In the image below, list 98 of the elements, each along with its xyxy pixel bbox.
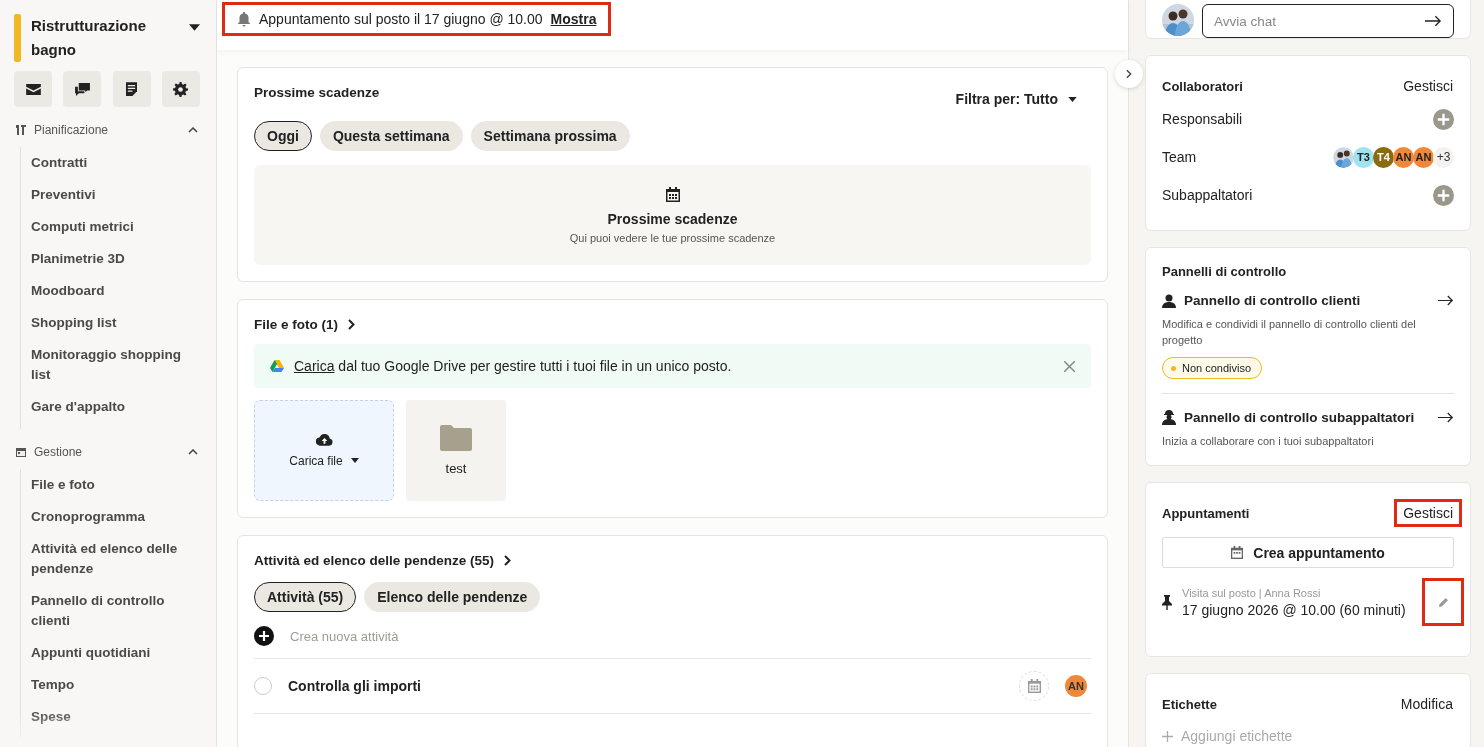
notes-button[interactable] <box>112 71 151 107</box>
folder-icon <box>440 425 472 451</box>
nav-item[interactable]: Attività ed elenco delle pendenze <box>31 533 200 585</box>
chevron-right-icon[interactable] <box>504 555 512 566</box>
assignee-avatar: AN <box>1065 675 1087 697</box>
empty-state-title: Prossime scadenze <box>607 210 738 227</box>
nav-item[interactable]: Pannello di controllo clienti <box>31 585 200 637</box>
chat-icon <box>74 82 90 96</box>
tools-icon <box>16 125 26 135</box>
calendar-icon <box>16 447 26 457</box>
arrow-right-icon[interactable] <box>1438 295 1454 306</box>
tab-chip[interactable]: Elenco delle pendenze <box>364 582 541 612</box>
drive-icon <box>270 360 284 372</box>
member-avatar: T3 <box>1353 146 1374 168</box>
upload-link[interactable]: Carica <box>294 358 335 374</box>
chat-button[interactable] <box>63 71 102 107</box>
appointment-meta: Visita sul posto | Anna Rossi <box>1182 586 1322 599</box>
filter-chip[interactable]: Questa settimana <box>319 121 463 151</box>
appointment-time: 17 giugno 2026 @ 10.00 (60 minuti) <box>1182 601 1407 618</box>
edit-link[interactable]: Modifica <box>1391 690 1462 718</box>
chevron-up-icon[interactable] <box>188 127 198 133</box>
nav-item[interactable]: Moodboard <box>31 275 200 307</box>
chevron-right-icon[interactable] <box>348 319 355 330</box>
upload-tile[interactable]: Carica file <box>254 400 394 501</box>
nav-item[interactable]: Appunti quotidiani <box>31 637 200 669</box>
member-avatar: AN <box>1413 146 1434 168</box>
settings-icon <box>173 81 189 97</box>
caret-icon[interactable] <box>189 24 200 31</box>
section-title: Pianificazione <box>34 123 110 137</box>
empty-state-subtitle: Qui puoi vedere le tue prossime scadenze <box>569 231 776 244</box>
banner-text: Carica dal tuo Google Drive per gestire tutti i tuoi file in un unico posto. <box>294 358 733 374</box>
calendar-icon <box>665 186 680 202</box>
nav-item[interactable]: Computi metrici <box>31 211 200 243</box>
manage-link[interactable]: Gestisci <box>1394 499 1462 527</box>
mail-button[interactable] <box>14 71 52 107</box>
card-title: Collaboratori <box>1162 78 1243 94</box>
project-title[interactable]: Ristrutturazione bagno <box>31 14 179 62</box>
chevron-up-icon[interactable] <box>188 449 198 455</box>
section-title: Gestione <box>34 445 84 459</box>
dashboard-link[interactable]: Pannello di controllo subappaltatori <box>1184 410 1430 425</box>
dashboard-link[interactable]: Pannello di controllo clienti <box>1184 293 1430 308</box>
create-appointment-button[interactable]: Crea appuntamento <box>1162 537 1454 568</box>
chat-field[interactable]: Avvia chat <box>1202 4 1454 38</box>
filter-chip[interactable]: Oggi <box>254 121 312 151</box>
add-icon[interactable] <box>254 626 274 646</box>
plus-icon <box>1162 730 1173 742</box>
manage-link[interactable]: Gestisci <box>1394 72 1462 100</box>
caret-icon <box>1068 96 1077 102</box>
nav-item[interactable]: Planimetrie 3D <box>31 243 200 275</box>
edit-button[interactable] <box>1422 578 1464 626</box>
show-link[interactable]: Mostra <box>550 11 597 27</box>
nav-item[interactable]: Spese <box>31 701 200 733</box>
calendar-icon <box>1027 679 1041 693</box>
calendar-icon <box>1231 546 1244 559</box>
pencil-icon <box>1438 597 1448 607</box>
chevron-right-icon <box>1126 69 1132 79</box>
nav-item[interactable]: Cronoprogramma <box>31 501 200 533</box>
notification-text: Appuntamento sul posto il 17 giugno @ 10.00 <box>259 11 543 27</box>
more-count[interactable]: +3 <box>1433 146 1454 168</box>
worker-icon <box>1162 410 1176 425</box>
folder-tile[interactable]: test <box>406 400 506 501</box>
pin-icon <box>1162 594 1172 610</box>
person-icon <box>1162 293 1176 308</box>
tab-chip[interactable]: Attività (55) <box>254 582 357 612</box>
nav-item[interactable]: Monitoraggio shopping list <box>31 339 200 391</box>
card-title: File e foto (1) <box>254 317 338 332</box>
nav-item[interactable]: Preventivi <box>31 179 200 211</box>
arrow-right-icon <box>1425 15 1442 27</box>
nav-item[interactable]: Shopping list <box>31 307 200 339</box>
task-title[interactable]: Controlla gli importi <box>288 678 1003 694</box>
member-avatar: T4 <box>1373 146 1394 168</box>
bell-icon <box>237 11 251 27</box>
card-title: Attività ed elenco delle pendenze (55) <box>254 553 495 568</box>
envelope-icon <box>25 83 41 95</box>
document-icon <box>126 82 138 96</box>
card-title: Appuntamenti <box>1162 505 1250 521</box>
card-title: Prossime scadenze <box>254 85 380 100</box>
filter-dropdown[interactable]: Filtra per: Tutto <box>955 91 1077 107</box>
dashboard-description: Inizia a collaborare con i tuoi subappaltatori <box>1162 434 1374 449</box>
role-label: Responsabili <box>1162 111 1243 127</box>
nav-item[interactable]: Gare d'appalto <box>31 391 200 423</box>
role-label: Subappaltatori <box>1162 187 1253 203</box>
role-label: Team <box>1162 149 1197 165</box>
card-title: Pannelli di controllo <box>1162 264 1288 279</box>
settings-button[interactable] <box>162 71 200 107</box>
filter-chip[interactable]: Settimana prossima <box>470 121 630 151</box>
card-title: Etichette <box>1162 696 1217 712</box>
dashboard-description: Modifica e condividi il pannello di controllo clienti del progetto <box>1162 317 1417 348</box>
project-color-bar <box>14 14 21 62</box>
status-badge: Non condiviso <box>1162 357 1263 379</box>
nav-item[interactable]: Tempo <box>31 669 200 701</box>
caret-icon <box>350 458 359 463</box>
cloud-upload-icon <box>315 433 333 446</box>
nav-item[interactable]: File e foto <box>31 469 200 501</box>
nav-item[interactable]: Contratti <box>31 147 200 179</box>
arrow-right-icon[interactable] <box>1438 412 1454 423</box>
close-icon[interactable] <box>1064 360 1075 372</box>
member-avatar: AN <box>1393 146 1414 168</box>
